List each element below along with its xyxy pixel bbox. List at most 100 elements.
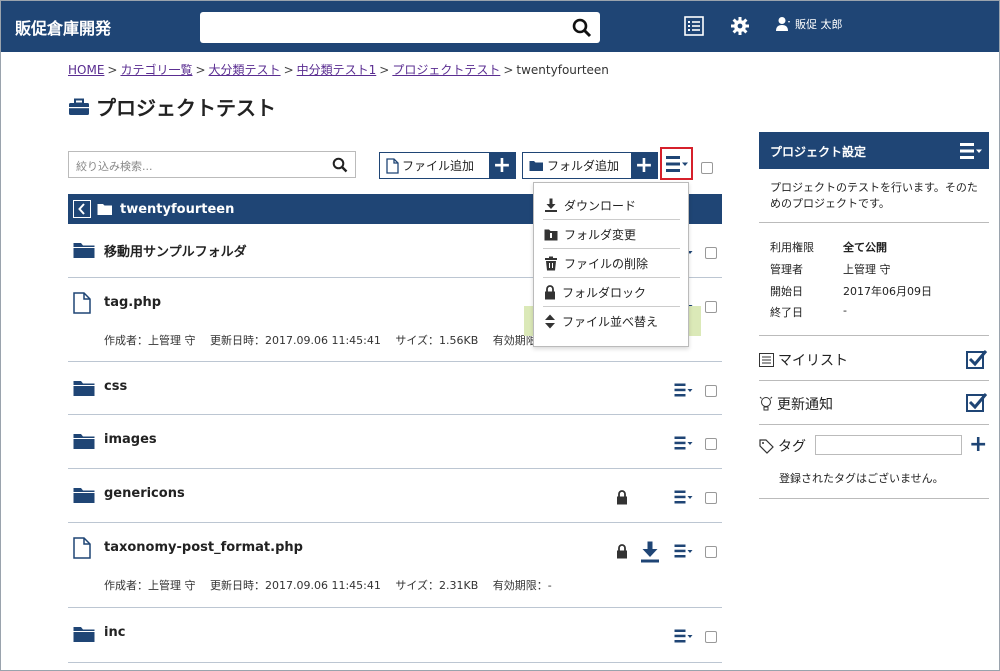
folder-icon bbox=[73, 243, 95, 258]
global-search-input[interactable] bbox=[200, 12, 600, 43]
top-header: 販促倉庫開発 販促 太郎 bbox=[0, 0, 1000, 52]
file-name[interactable]: css bbox=[104, 379, 127, 394]
file-name[interactable]: images bbox=[104, 432, 157, 447]
tag-row: タグ bbox=[759, 436, 806, 456]
row-checkbox[interactable] bbox=[705, 631, 717, 643]
current-folder-name: twentyfourteen bbox=[120, 201, 235, 217]
add-file-button[interactable]: ファイル追加 + bbox=[379, 152, 516, 179]
search-icon[interactable] bbox=[332, 157, 348, 173]
user-icon bbox=[776, 17, 790, 31]
breadcrumb-major-category[interactable]: 大分類テスト bbox=[209, 63, 281, 77]
gear-icon[interactable] bbox=[730, 16, 750, 36]
file-list-row[interactable]: taxonomy-post_format.php 作成者：上管理 守 更新日時：2… bbox=[68, 523, 722, 608]
menu-sort-files[interactable]: ファイル並べ替え bbox=[543, 307, 680, 336]
file-name[interactable]: inc bbox=[104, 625, 125, 640]
tag-input[interactable] bbox=[815, 435, 962, 455]
project-description: プロジェクトのテストを行います。そのためのプロジェクトです。 bbox=[770, 181, 978, 210]
folder-menu-button[interactable] bbox=[660, 147, 693, 180]
download-icon[interactable] bbox=[640, 541, 660, 563]
file-list-row[interactable]: genericons bbox=[68, 469, 722, 523]
list-menu-icon bbox=[674, 383, 693, 397]
mylist-checkbox-checked[interactable] bbox=[966, 349, 988, 369]
row-menu-button[interactable] bbox=[674, 543, 694, 562]
file-meta: 作成者：上管理 守 更新日時：2017.09.06 11:45:41 サイズ：2… bbox=[104, 579, 552, 592]
lock-indicator bbox=[616, 544, 628, 562]
list-menu-icon bbox=[665, 155, 688, 172]
row-checkbox[interactable] bbox=[705, 247, 717, 259]
folder-open-icon bbox=[97, 204, 112, 215]
tag-label: タグ bbox=[778, 439, 806, 455]
row-checkbox[interactable] bbox=[705, 492, 717, 504]
row-checkbox[interactable] bbox=[705, 546, 717, 558]
folder-icon-wrap bbox=[73, 625, 95, 646]
add-folder-button[interactable]: フォルダ追加 + bbox=[522, 152, 658, 179]
file-icon bbox=[73, 292, 91, 314]
prop-value-start: 2017年06月09日 bbox=[843, 285, 932, 298]
sort-icon bbox=[545, 314, 555, 329]
breadcrumb-categories[interactable]: カテゴリ一覧 bbox=[120, 63, 192, 77]
lock-icon bbox=[545, 284, 555, 299]
prop-key-start: 開始日 bbox=[770, 285, 803, 298]
add-file-label: ファイル追加 bbox=[402, 159, 475, 173]
menu-download-label: ダウンロード bbox=[564, 198, 637, 213]
user-menu[interactable]: 販促 太郎 bbox=[775, 16, 843, 32]
tag-icon bbox=[759, 438, 774, 454]
row-menu-button[interactable] bbox=[674, 382, 694, 401]
project-settings-title: プロジェクト設定 bbox=[770, 145, 867, 159]
download-button[interactable] bbox=[640, 541, 660, 566]
menu-change-folder-label: フォルダ変更 bbox=[564, 227, 637, 242]
file-name[interactable]: 移動用サンプルフォルダ bbox=[104, 241, 247, 260]
add-file-plus[interactable]: + bbox=[489, 153, 515, 178]
lock-icon bbox=[617, 490, 627, 505]
back-button[interactable] bbox=[73, 200, 91, 218]
menu-lock-folder[interactable]: フォルダロック bbox=[543, 278, 680, 307]
divider bbox=[759, 335, 989, 336]
checklist-icon[interactable] bbox=[684, 16, 704, 36]
project-settings-header: プロジェクト設定 bbox=[759, 132, 989, 169]
list-menu-icon bbox=[674, 629, 693, 643]
file-meta: 作成者：上管理 守 更新日時：2017.09.06 11:45:41 サイズ：1… bbox=[104, 334, 537, 347]
breadcrumb-project[interactable]: プロジェクトテスト bbox=[392, 63, 500, 77]
row-checkbox[interactable] bbox=[705, 301, 717, 313]
menu-delete-file[interactable]: ファイルの削除 bbox=[543, 249, 680, 278]
file-list-row[interactable]: css bbox=[68, 362, 722, 415]
row-checkbox[interactable] bbox=[705, 438, 717, 450]
row-menu-button[interactable] bbox=[674, 435, 694, 454]
divider bbox=[759, 424, 989, 425]
row-checkbox[interactable] bbox=[705, 385, 717, 397]
breadcrumb-home[interactable]: HOME bbox=[68, 63, 104, 77]
list-menu-icon[interactable] bbox=[959, 141, 983, 161]
brand-title[interactable]: 販促倉庫開発 bbox=[15, 15, 111, 39]
folder-icon bbox=[73, 488, 95, 503]
menu-lock-folder-label: フォルダロック bbox=[562, 285, 647, 300]
mylist-row: マイリスト bbox=[759, 350, 848, 370]
file-name[interactable]: tag.php bbox=[104, 295, 161, 310]
search-icon[interactable] bbox=[572, 18, 592, 38]
download-icon bbox=[545, 198, 557, 212]
menu-download[interactable]: ダウンロード bbox=[543, 191, 680, 220]
update-notify-row: 更新通知 bbox=[759, 394, 833, 414]
filter-search-input[interactable]: 絞り込み検索... bbox=[68, 151, 356, 178]
file-name[interactable]: genericons bbox=[104, 486, 185, 501]
file-icon-wrap bbox=[73, 292, 91, 317]
breadcrumb: HOME > カテゴリ一覧 > 大分類テスト > 中分類テスト1 > プロジェクトテスト > twe… bbox=[68, 61, 609, 78]
file-list-row[interactable]: images bbox=[68, 415, 722, 469]
add-folder-plus[interactable]: + bbox=[631, 153, 657, 178]
page-title: プロジェクトテスト bbox=[68, 92, 276, 121]
breadcrumb-mid-category[interactable]: 中分類テスト1 bbox=[297, 63, 377, 77]
file-name[interactable]: taxonomy-post_format.php bbox=[104, 540, 303, 555]
file-list-row[interactable]: inc bbox=[68, 608, 722, 663]
row-menu-button[interactable] bbox=[674, 628, 694, 647]
notify-checkbox-checked[interactable] bbox=[966, 392, 988, 412]
row-menu-button[interactable] bbox=[674, 489, 694, 508]
prop-value-admin: 上管理 守 bbox=[843, 263, 891, 276]
list-icon bbox=[759, 353, 774, 367]
select-all-checkbox[interactable] bbox=[701, 162, 713, 174]
file-icon bbox=[73, 537, 91, 559]
menu-change-folder[interactable]: フォルダ変更 bbox=[543, 220, 680, 249]
folder-icon bbox=[73, 381, 95, 396]
list-menu-icon bbox=[674, 490, 693, 504]
folder-icon bbox=[529, 161, 543, 171]
lock-icon bbox=[617, 544, 627, 559]
add-tag-button[interactable]: + bbox=[969, 434, 987, 456]
